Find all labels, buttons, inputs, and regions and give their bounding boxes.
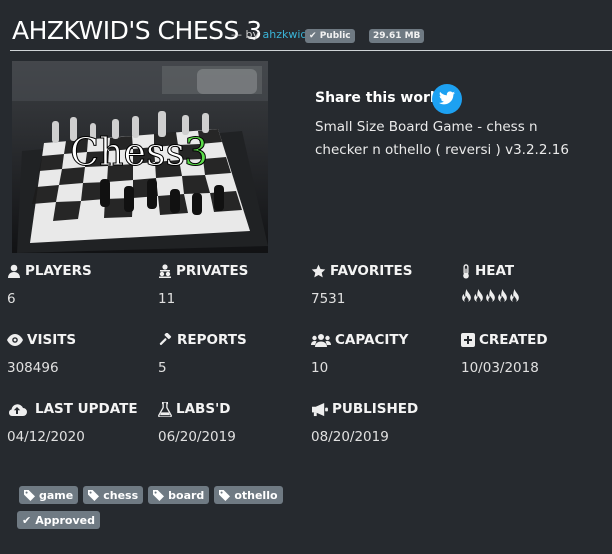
size-badge: 29.61 MB bbox=[369, 29, 425, 43]
stat-last-update-value: 04/12/2020 bbox=[7, 429, 85, 445]
world-title: AHZKWID'S CHESS 3 bbox=[12, 16, 262, 45]
tag-icon bbox=[153, 489, 165, 501]
tag-chip[interactable]: othello bbox=[214, 486, 283, 504]
heat-flames bbox=[461, 289, 611, 303]
approved-badge: ✔ Approved bbox=[17, 511, 100, 529]
flame-icon bbox=[498, 289, 507, 303]
tag-icon bbox=[24, 489, 35, 501]
stat-visits-value: 308496 bbox=[7, 360, 59, 376]
byline: — by ahzkwid bbox=[231, 28, 307, 41]
stat-capacity-value: 10 bbox=[311, 360, 329, 376]
stat-last-update: LAST UPDATE 04/12/2020 bbox=[7, 401, 157, 445]
header-divider bbox=[10, 50, 612, 51]
stat-privates: PRIVATES 11 bbox=[158, 263, 308, 307]
tag-label: game bbox=[39, 488, 74, 502]
world-description: Small Size Board Game - chess n checker … bbox=[315, 119, 569, 158]
stat-favorites-value: 7531 bbox=[311, 291, 346, 307]
stat-heat: HEAT bbox=[461, 263, 611, 303]
stat-privates-value: 11 bbox=[158, 291, 176, 307]
tag-chip[interactable]: board bbox=[148, 486, 210, 504]
flame-icon bbox=[510, 289, 519, 303]
stat-labsd-label: LABS'D bbox=[176, 401, 231, 417]
public-badge: ✔ Public bbox=[305, 29, 355, 43]
stat-capacity: CAPACITY 10 bbox=[311, 332, 461, 376]
tag-list: game chess board othello bbox=[19, 486, 283, 504]
stat-created: CREATED 10/03/2018 bbox=[461, 332, 611, 376]
tag-chip[interactable]: game bbox=[19, 486, 79, 504]
stat-created-label: CREATED bbox=[479, 332, 548, 348]
stat-players-value: 6 bbox=[7, 291, 16, 307]
approved-label: Approved bbox=[35, 513, 95, 527]
cloud-upload-icon bbox=[8, 404, 27, 416]
public-badge-label: Public bbox=[319, 31, 351, 41]
tag-chip[interactable]: chess bbox=[83, 486, 144, 504]
thumbnail-overlay-word: Chess bbox=[70, 130, 185, 174]
users-icon bbox=[311, 334, 331, 347]
stat-published-label: PUBLISHED bbox=[332, 401, 419, 417]
flame-icon bbox=[474, 289, 483, 303]
tag-label: chess bbox=[103, 488, 139, 502]
flask-icon bbox=[158, 401, 172, 417]
stat-capacity-label: CAPACITY bbox=[335, 332, 409, 348]
twitter-icon bbox=[439, 90, 455, 109]
stat-labsd: LABS'D 06/20/2019 bbox=[158, 401, 308, 445]
users-hidden-icon bbox=[159, 264, 171, 278]
by-prefix: — by bbox=[231, 28, 259, 41]
stat-last-update-label: LAST UPDATE bbox=[35, 401, 138, 417]
stat-reports: REPORTS 5 bbox=[158, 332, 308, 376]
world-thumbnail: Chess 3 bbox=[12, 61, 268, 253]
tag-icon bbox=[88, 489, 100, 501]
star-icon bbox=[311, 264, 326, 277]
user-icon bbox=[8, 264, 20, 278]
plus-square-icon bbox=[461, 333, 475, 347]
stat-privates-label: PRIVATES bbox=[176, 263, 249, 279]
stat-visits-label: VISITS bbox=[27, 332, 77, 348]
stat-favorites-label: FAVORITES bbox=[330, 263, 413, 279]
stat-labsd-value: 06/20/2019 bbox=[158, 429, 236, 445]
flame-icon bbox=[462, 289, 471, 303]
stat-reports-label: REPORTS bbox=[177, 332, 247, 348]
gavel-icon bbox=[159, 332, 172, 345]
flame-icon bbox=[486, 289, 495, 303]
world-header: AHZKWID'S CHESS 3 — by ahzkwid ✔ Public … bbox=[12, 14, 612, 50]
twitter-share-button[interactable] bbox=[432, 84, 462, 114]
eye-icon bbox=[7, 334, 23, 346]
stat-players: PLAYERS 6 bbox=[7, 263, 157, 307]
stat-visits: VISITS 308496 bbox=[7, 332, 157, 376]
tag-icon bbox=[219, 489, 231, 501]
thermometer-icon bbox=[463, 263, 469, 279]
check-icon: ✔ bbox=[22, 513, 32, 527]
stat-created-value: 10/03/2018 bbox=[461, 360, 539, 376]
stat-published-value: 08/20/2019 bbox=[311, 429, 389, 445]
megaphone-icon bbox=[312, 402, 328, 416]
tag-label: othello bbox=[234, 488, 278, 502]
share-title: Share this world bbox=[315, 90, 445, 106]
thumbnail-overlay-number: 3 bbox=[184, 130, 208, 174]
stat-published: PUBLISHED 08/20/2019 bbox=[311, 401, 461, 445]
stat-players-label: PLAYERS bbox=[25, 263, 92, 279]
stat-favorites: FAVORITES 7531 bbox=[311, 263, 461, 307]
author-link[interactable]: ahzkwid bbox=[263, 28, 308, 41]
tag-label: board bbox=[168, 488, 205, 502]
check-icon: ✔ bbox=[309, 31, 317, 41]
stat-heat-label: HEAT bbox=[475, 263, 515, 279]
stat-reports-value: 5 bbox=[158, 360, 167, 376]
